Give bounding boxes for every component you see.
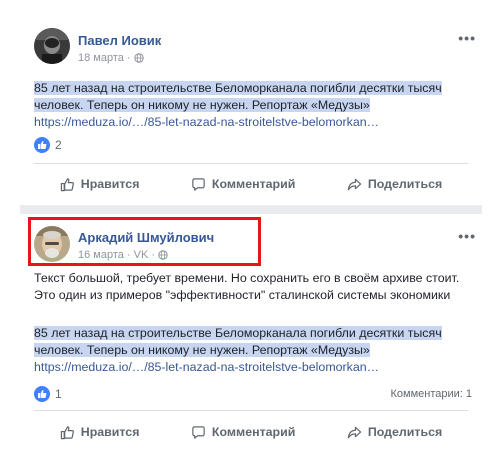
post-text: Текст большой, требует времени. Но сохра… <box>34 271 460 302</box>
share-arrow-icon <box>347 178 362 190</box>
feed-separator <box>20 205 482 214</box>
like-label: Нравится <box>80 177 140 191</box>
comment-icon <box>192 425 205 439</box>
thumbs-up-icon <box>60 425 74 439</box>
post-actions: Нравится Комментарий Поделиться <box>34 418 468 446</box>
reactions-summary[interactable]: 1 <box>34 386 62 402</box>
share-button[interactable]: Поделиться <box>347 425 442 440</box>
comment-button[interactable]: Комментарий <box>191 425 295 440</box>
divider <box>34 163 468 164</box>
reactions-summary[interactable]: 2 <box>34 137 62 153</box>
share-label: Поделиться <box>367 425 443 439</box>
share-text: 85 лет назад на строительстве Беломоркан… <box>34 81 442 112</box>
post-actions: Нравится Комментарий Поделиться <box>34 170 468 198</box>
like-badge-icon <box>34 137 50 153</box>
globe-icon[interactable] <box>133 53 144 63</box>
like-button[interactable]: Нравится <box>60 425 140 440</box>
highlight-box <box>28 217 261 266</box>
thumbs-up-icon <box>60 177 74 191</box>
comments-count[interactable]: Комментарии: 1 <box>390 388 472 400</box>
comment-button[interactable]: Комментарий <box>191 177 295 192</box>
divider <box>34 410 468 411</box>
more-options-icon[interactable]: ••• <box>458 30 476 46</box>
share-button[interactable]: Поделиться <box>347 177 442 192</box>
share-arrow-icon <box>347 426 362 438</box>
likes-count: 2 <box>55 138 62 152</box>
like-label: Нравится <box>80 425 140 439</box>
like-badge-icon <box>34 386 50 402</box>
avatar[interactable] <box>34 28 70 64</box>
post-meta: 18 марта · <box>78 52 144 64</box>
post-pavel-iovik: Павел Иовик 18 марта · ••• 85 лет назад … <box>20 0 482 205</box>
like-button[interactable]: Нравится <box>60 177 140 192</box>
meta-separator: · <box>126 52 131 64</box>
share-label: Поделиться <box>367 177 443 191</box>
shared-link[interactable]: https://meduza.io/…/85-let-nazad-na-stro… <box>34 359 474 376</box>
comment-label: Комментарий <box>211 177 296 191</box>
comment-icon <box>192 177 205 191</box>
likes-count: 1 <box>55 387 62 401</box>
comment-label: Комментарий <box>211 425 296 439</box>
shared-link[interactable]: https://meduza.io/…/85-let-nazad-na-stro… <box>34 114 474 131</box>
avatar-photo-icon <box>34 28 70 64</box>
more-options-icon[interactable]: ••• <box>458 228 476 244</box>
share-text: 85 лет назад на строительстве Беломоркан… <box>34 326 442 357</box>
post-date[interactable]: 18 марта <box>78 52 124 64</box>
author-name[interactable]: Павел Иовик <box>78 33 161 48</box>
